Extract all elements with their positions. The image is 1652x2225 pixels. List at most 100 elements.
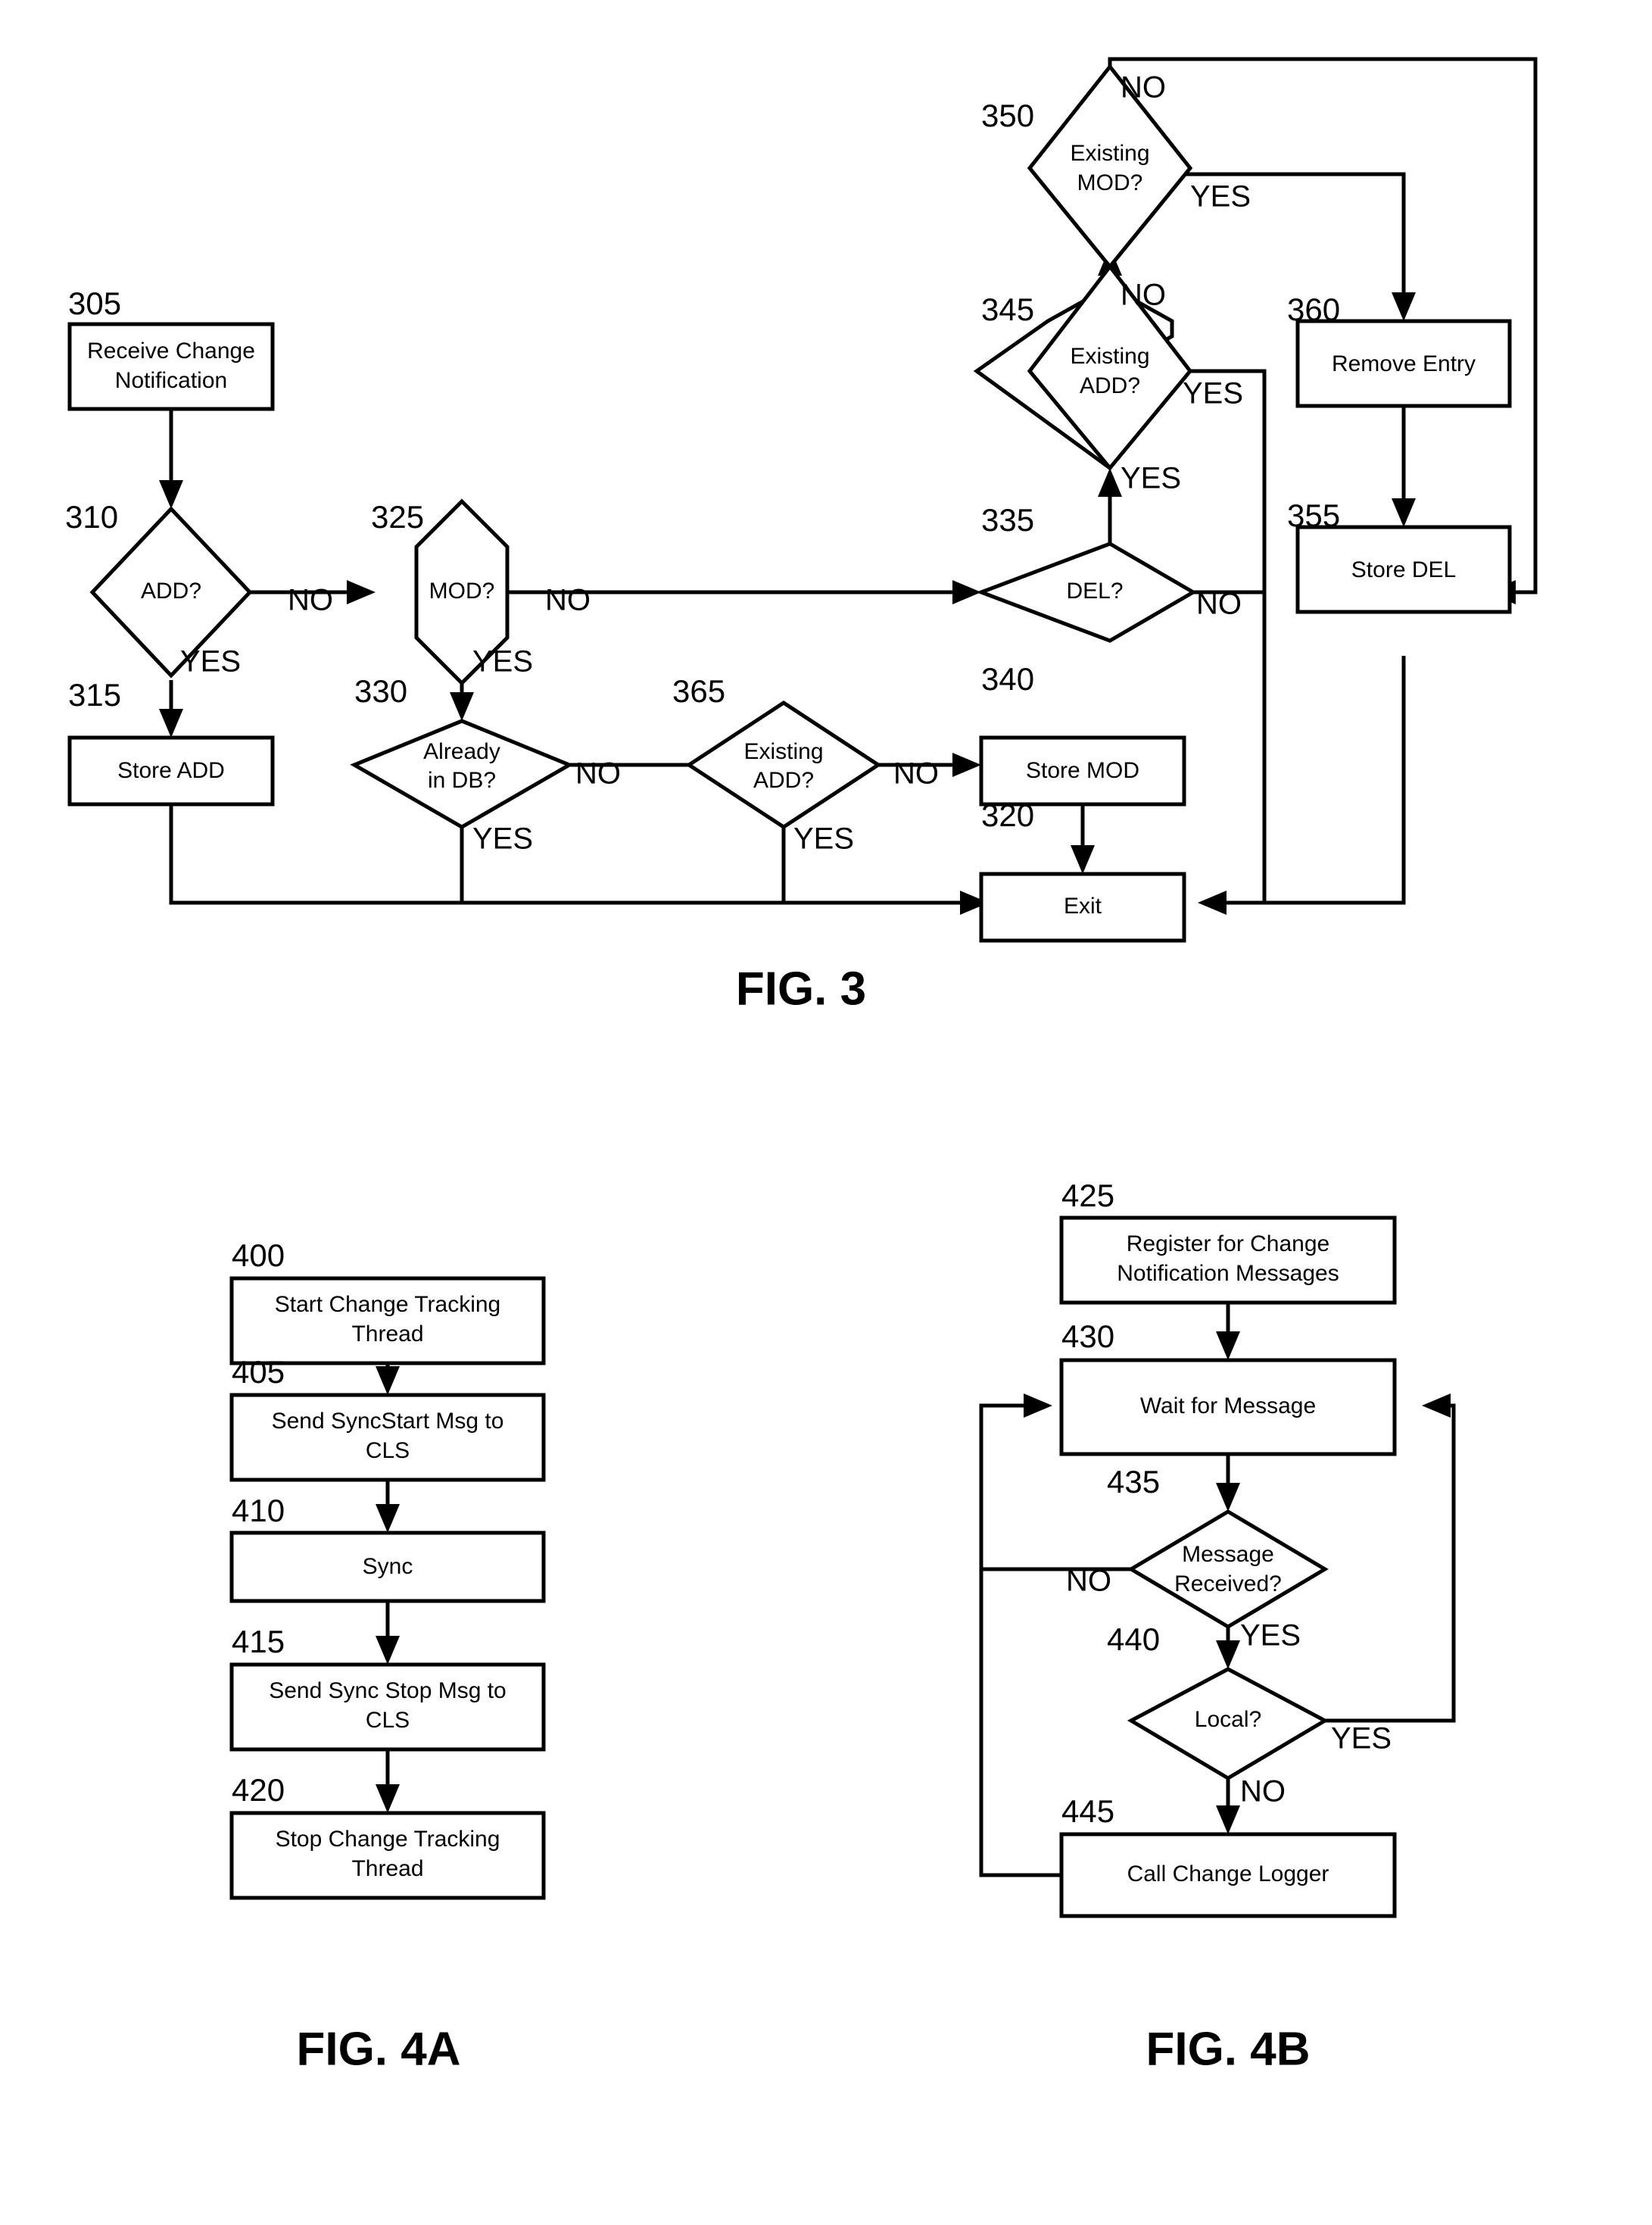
edge-label-325-no: NO	[545, 584, 591, 617]
arrowhead-410-415	[376, 1636, 400, 1665]
node-410-label: Sync	[363, 1554, 413, 1579]
node-440-label: Local?	[1195, 1707, 1261, 1732]
edge-label-330-no: NO	[575, 757, 621, 791]
arrowhead-405-410	[376, 1504, 400, 1533]
node-435-label-line1: Message	[1182, 1542, 1274, 1567]
node-420-label-line1: Stop Change Tracking	[276, 1827, 500, 1852]
patent-figure-sheet: Receive Change Notification 305 ADD? 310…	[65, 57, 1538, 2075]
arrowhead-440-445	[1216, 1805, 1240, 1834]
node-305-box	[67, 322, 275, 411]
node-430-label: Wait for Message	[1140, 1393, 1316, 1418]
figure-4a: Start Change Tracking Thread 400 Send Sy…	[229, 1237, 546, 2075]
edge-label-325-yes: YES	[472, 645, 533, 679]
node-305-label-line1: Receive Change	[87, 339, 255, 364]
edge-label-350-no: NO	[1121, 71, 1166, 105]
node-345-label-line2: ADD?	[1080, 373, 1140, 398]
arrowhead-430-435	[1216, 1483, 1240, 1512]
ref-number-325: 325	[371, 499, 424, 535]
arrowhead-365-340	[952, 753, 981, 777]
node-415-label-line1: Send Sync Stop Msg to	[269, 1678, 507, 1703]
node-365-label-line1: Existing	[743, 739, 823, 764]
node-425-label-line1: Register for Change	[1127, 1231, 1329, 1256]
node-360-label: Remove Entry	[1332, 351, 1476, 376]
node-315-label: Store ADD	[117, 758, 225, 783]
ref-number-400: 400	[232, 1237, 285, 1273]
edge-label-335-no: NO	[1196, 588, 1242, 621]
edge-label-310-yes: YES	[180, 645, 241, 679]
node-400-label-line1: Start Change Tracking	[275, 1292, 501, 1317]
edge-label-435-no: NO	[1066, 1565, 1111, 1598]
edge-label-335-yes: YES	[1121, 462, 1181, 495]
edge-label-365-yes: YES	[793, 822, 854, 856]
arrowhead-340-320	[1071, 845, 1095, 874]
node-320-label: Exit	[1064, 894, 1102, 919]
arrowhead-425-430	[1216, 1331, 1240, 1360]
ref-number-445: 445	[1061, 1793, 1114, 1829]
node-350-label-line2: MOD?	[1077, 170, 1143, 195]
arrowhead-310-315	[159, 709, 183, 738]
ref-number-360: 360	[1287, 292, 1340, 327]
edge-label-310-no: NO	[288, 584, 333, 617]
node-425-label-line2: Notification Messages	[1117, 1261, 1339, 1286]
figure-4a-caption: FIG. 4A	[296, 2023, 460, 2075]
arrowhead-335-345	[1098, 468, 1122, 497]
ref-number-315: 315	[68, 677, 121, 713]
edge-445-430-return	[979, 1569, 1061, 1877]
node-335-label: DEL?	[1066, 579, 1123, 604]
ref-number-330: 330	[354, 673, 407, 709]
node-350-label-line1: Existing	[1070, 141, 1149, 166]
edge-label-330-yes: YES	[472, 822, 533, 856]
figure-3-caption: FIG. 3	[736, 963, 866, 1015]
arrowhead-355-exit	[1198, 891, 1227, 915]
figure-3: Receive Change Notification 305 ADD? 310…	[65, 57, 1538, 1015]
ref-number-320: 320	[981, 797, 1034, 833]
arrowhead-400-405	[376, 1366, 400, 1395]
arrowhead-325-330	[450, 692, 474, 721]
node-405-label-line1: Send SyncStart Msg to	[272, 1409, 504, 1434]
node-405-label-line2: CLS	[366, 1438, 410, 1463]
node-310-label: ADD?	[141, 579, 201, 604]
ref-number-335: 335	[981, 502, 1034, 538]
arrowhead-435-440	[1216, 1640, 1240, 1669]
arrowhead-440-430-yes	[1422, 1393, 1451, 1418]
node-345-label-line1: Existing	[1070, 344, 1149, 369]
ref-number-440: 440	[1107, 1621, 1160, 1657]
node-445-label: Call Change Logger	[1127, 1861, 1329, 1886]
edge-label-440-yes: YES	[1331, 1722, 1392, 1755]
node-420-label-line2: Thread	[351, 1856, 423, 1881]
ref-number-430: 430	[1061, 1318, 1114, 1354]
edge-label-350-yes: YES	[1190, 180, 1251, 214]
figure-4b: Register for Change Notification Message…	[979, 1178, 1456, 2075]
node-415-label-line2: CLS	[366, 1708, 410, 1733]
arrowhead-415-420	[376, 1784, 400, 1813]
node-340-label: Store MOD	[1026, 758, 1139, 783]
arrowhead-360-355	[1392, 498, 1416, 527]
arrowhead-310-325	[347, 580, 376, 604]
ref-number-405: 405	[232, 1354, 285, 1390]
node-435-diamond	[1127, 1509, 1329, 1629]
node-330-label-line1: Already	[423, 739, 500, 764]
edge-label-345-yes: YES	[1183, 377, 1243, 410]
node-305-label-line2: Notification	[115, 368, 227, 393]
node-365-diamond	[685, 701, 882, 829]
ref-number-365: 365	[672, 673, 725, 709]
ref-number-410: 410	[232, 1493, 285, 1528]
edge-label-435-yes: YES	[1240, 1619, 1301, 1652]
ref-number-305: 305	[68, 286, 121, 321]
node-330-label-line2: in DB?	[428, 768, 496, 793]
node-365-label-line2: ADD?	[753, 768, 814, 793]
node-355-label: Store DEL	[1351, 557, 1456, 582]
edge-345-exit-yes	[1172, 369, 1267, 903]
arrowhead-350-360	[1392, 292, 1416, 321]
ref-number-345: 345	[981, 292, 1034, 327]
ref-number-310: 310	[65, 499, 118, 535]
node-400-label-line2: Thread	[351, 1322, 423, 1347]
node-435-label-line2: Received?	[1174, 1571, 1282, 1596]
ref-number-420: 420	[232, 1772, 285, 1808]
ref-number-355: 355	[1287, 498, 1340, 533]
edge-label-345-no: NO	[1121, 279, 1166, 312]
ref-number-425: 425	[1061, 1178, 1114, 1213]
arrowhead-305-310	[159, 480, 183, 509]
edge-355-exit	[1216, 656, 1406, 905]
node-325-label: MOD?	[429, 579, 495, 604]
